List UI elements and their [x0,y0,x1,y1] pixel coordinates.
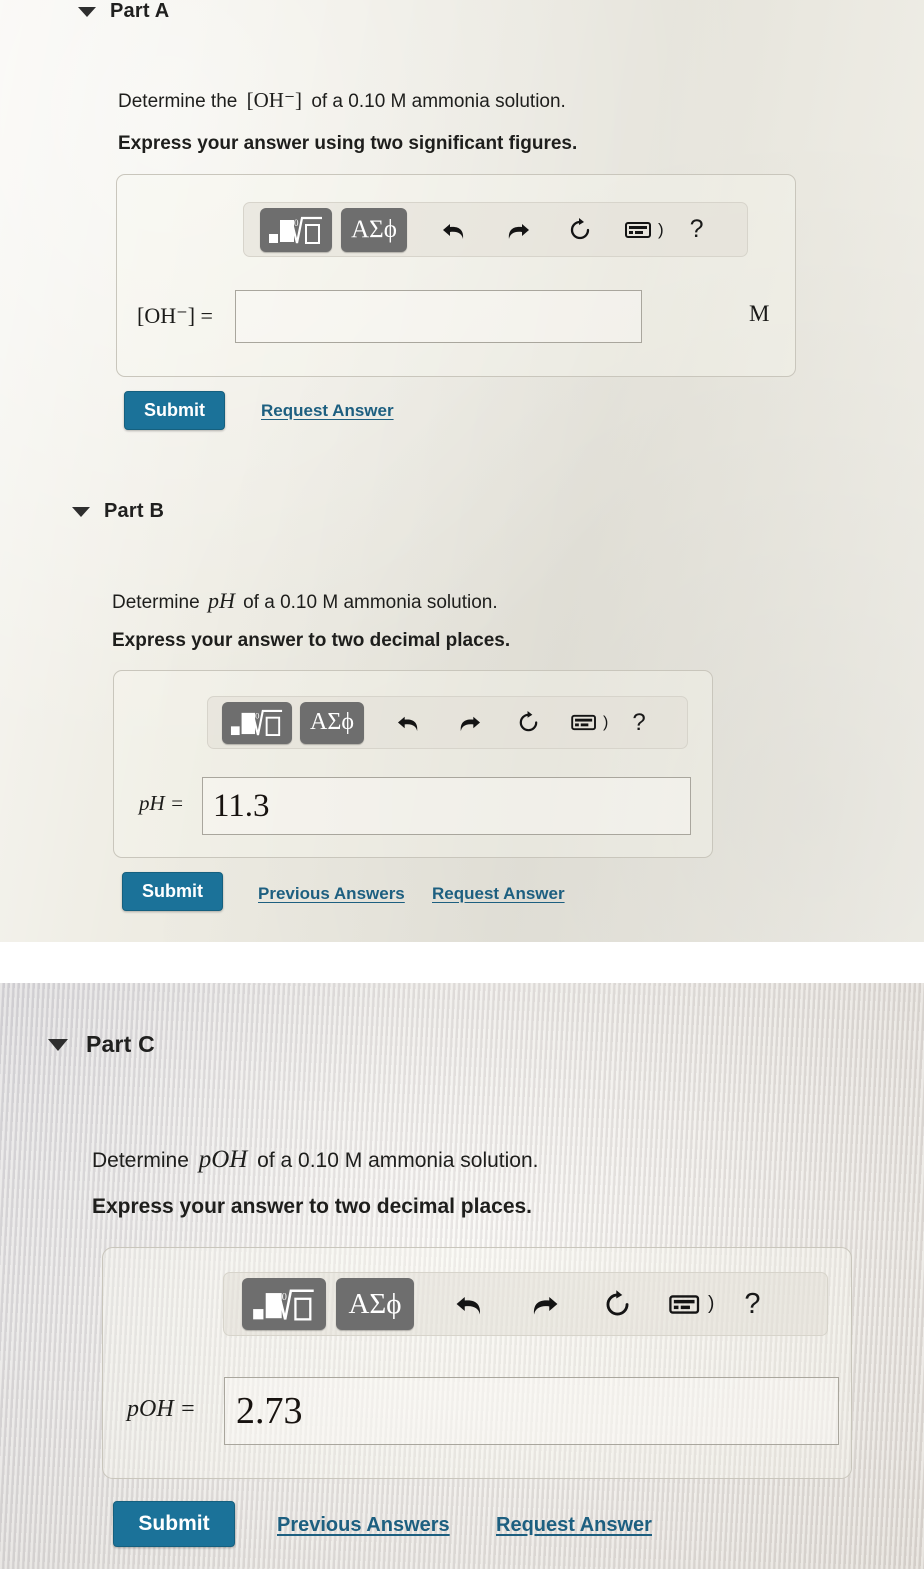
part-b-question-prefix: Determine [112,592,200,613]
part-b-toolbar: 0 ΑΣϕ ) ? [207,696,688,749]
math-template-icon: 0 [230,709,283,736]
help-icon[interactable]: ? [744,1288,760,1321]
part-b-submit-button[interactable]: Submit [122,872,223,911]
part-b-question-suffix: of a 0.10 M ammonia solution. [243,592,498,613]
chevron-down-icon[interactable] [78,6,96,17]
reset-icon[interactable] [567,217,593,243]
math-template-button[interactable]: 0 [260,207,332,252]
part-a-question-suffix: of a 0.10 M ammonia solution. [311,91,566,112]
part-c-question-symbol: pOH [198,1146,248,1173]
part-b-instruction: Express your answer to two decimal place… [112,630,511,651]
part-c-instruction: Express your answer to two decimal place… [92,1195,533,1218]
part-a-unit: M [749,301,770,326]
svg-text:0: 0 [294,218,299,228]
part-c-input-value: 2.73 [236,1390,303,1432]
part-a-field-label: [OH⁻] = [137,303,213,328]
chevron-down-icon[interactable] [48,1038,68,1051]
part-b-input-value: 11.3 [213,787,270,824]
help-icon[interactable]: ? [690,215,704,244]
part-a-question-symbol: [OH⁻] [246,88,303,112]
part-a-header[interactable]: Part A [78,0,169,23]
chevron-down-icon[interactable] [72,506,90,517]
photo-pane-bottom: Part C Determine pOH of a 0.10 M ammonia… [0,983,924,1569]
part-b-previous-answers-link[interactable]: Previous Answers [258,884,405,904]
svg-text:0: 0 [255,711,259,721]
help-icon[interactable]: ? [632,709,645,737]
math-template-icon: 0 [269,216,322,244]
greek-letters-button[interactable]: ΑΣϕ [341,207,407,252]
redo-icon[interactable] [528,1290,560,1318]
part-c-question-suffix: of a 0.10 M ammonia solution. [257,1149,539,1172]
redo-icon[interactable] [456,711,482,734]
part-c-input[interactable]: 2.73 [224,1377,839,1445]
math-template-icon: 0 [253,1289,314,1320]
undo-icon[interactable] [454,1290,486,1318]
undo-icon[interactable] [396,711,422,734]
part-c-question: Determine pOH of a 0.10 M ammonia soluti… [92,1146,539,1174]
part-b-request-answer-link[interactable]: Request Answer [432,884,565,904]
part-b-answer-card: 0 ΑΣϕ ) ? pH = 11.3 [113,670,713,858]
photo-pane-top: Part A Determine the [OH⁻] of a 0.10 M a… [0,0,924,942]
undo-icon[interactable] [441,218,468,242]
keyboard-bracket: ) [658,219,664,239]
keyboard-bracket: ) [708,1293,715,1314]
greek-letters-button[interactable]: ΑΣϕ [336,1278,414,1330]
math-template-button[interactable]: 0 [242,1278,326,1330]
part-a-answer-card: 0 ΑΣϕ ) ? [OH⁻] = M [116,174,796,377]
part-a-instruction: Express your answer using two significan… [118,133,578,154]
math-template-button[interactable]: 0 [222,701,292,744]
part-b-question: Determine pH of a 0.10 M ammonia solutio… [112,588,498,614]
part-c-question-prefix: Determine [92,1149,189,1172]
part-c-toolbar: 0 ΑΣϕ ) ? [223,1272,828,1336]
part-b-header[interactable]: Part B [72,500,164,523]
part-a-request-answer-link[interactable]: Request Answer [261,401,394,421]
part-b-question-symbol: pH [207,588,235,613]
part-a-input[interactable] [235,290,642,343]
svg-text:0: 0 [282,1291,287,1302]
part-a-title: Part A [110,0,170,22]
part-c-answer-card: 0 ΑΣϕ ) ? pOH = 2.73 [102,1247,852,1479]
photo-separator-gap [0,942,924,983]
part-c-submit-button[interactable]: Submit [113,1501,235,1547]
reset-icon[interactable] [516,710,541,735]
part-b-input[interactable]: 11.3 [202,777,691,835]
part-c-field-label: pOH = [127,1396,196,1422]
part-a-question-prefix: Determine the [118,91,238,112]
part-a-toolbar: 0 ΑΣϕ ) ? [243,202,748,257]
part-b-field-label: pH = [139,791,185,815]
keyboard-icon[interactable]: ) [571,713,608,732]
part-c-request-answer-link[interactable]: Request Answer [496,1514,652,1537]
part-b-title: Part B [104,500,165,522]
part-c-header[interactable]: Part C [48,1031,155,1058]
part-a-submit-button[interactable]: Submit [124,391,225,430]
keyboard-icon[interactable]: ) [625,220,664,240]
redo-icon[interactable] [504,218,531,242]
keyboard-icon[interactable]: ) [669,1293,714,1316]
part-a-question: Determine the [OH⁻] of a 0.10 M ammonia … [118,88,566,113]
part-c-previous-answers-link[interactable]: Previous Answers [277,1514,450,1537]
part-c-title: Part C [86,1031,155,1057]
reset-icon[interactable] [602,1289,633,1320]
keyboard-bracket: ) [603,713,609,731]
greek-letters-button[interactable]: ΑΣϕ [300,701,364,744]
